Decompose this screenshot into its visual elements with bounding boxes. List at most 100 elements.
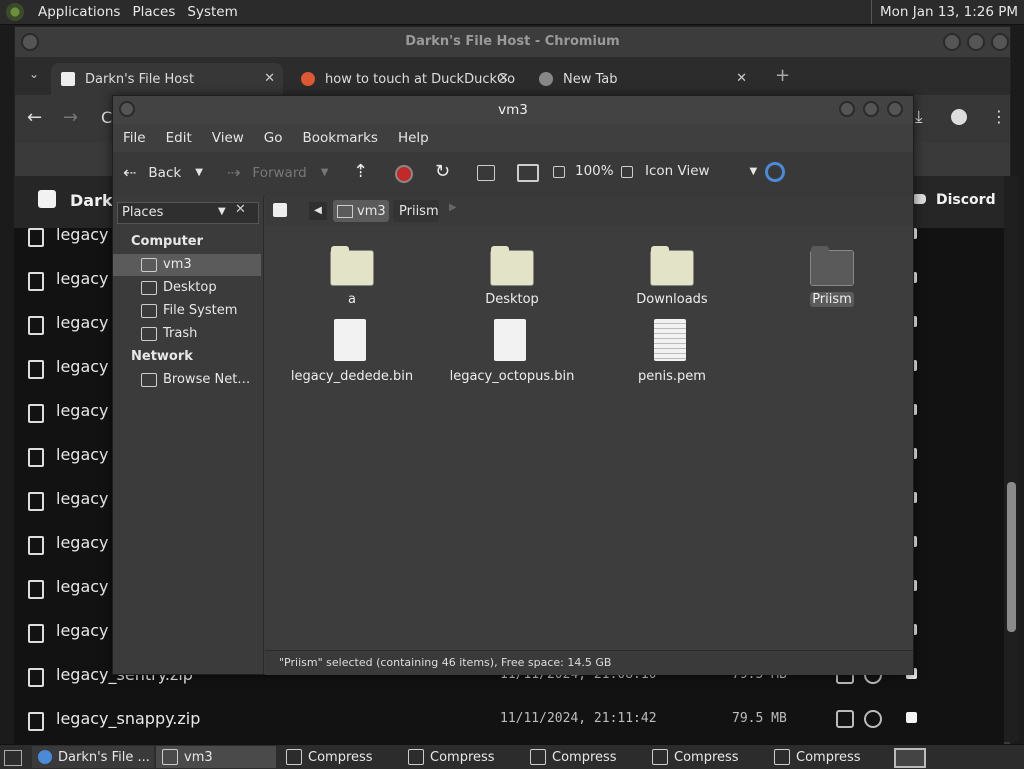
sidebar-item-trash[interactable]: Trash: [113, 323, 261, 345]
file-name[interactable]: legacy: [56, 445, 109, 464]
minimize-button[interactable]: [943, 33, 961, 51]
file-name[interactable]: legacy: [56, 313, 109, 332]
task-compress-3[interactable]: Compress: [524, 746, 644, 768]
sidebar-item-label: File System: [163, 303, 238, 318]
file-item[interactable]: penis.pem: [597, 319, 747, 399]
tab-duckduckgo[interactable]: how to touch at DuckDuckGo ✕: [291, 63, 517, 95]
fm-minimize-button[interactable]: [839, 101, 855, 117]
back-button[interactable]: ⇠ Back ▼: [123, 163, 203, 182]
menu-places[interactable]: Places: [126, 4, 181, 20]
file-item[interactable]: Downloads: [597, 242, 747, 322]
file-item[interactable]: a: [277, 242, 427, 322]
duckduckgo-favicon-icon: [301, 72, 315, 86]
new-tab-button[interactable]: +: [775, 65, 790, 86]
path-segment-priism[interactable]: Priism: [393, 200, 439, 222]
task-compress-5[interactable]: Compress: [768, 746, 888, 768]
view-mode-select[interactable]: Icon View ▼: [645, 163, 757, 179]
profile-avatar-icon[interactable]: [951, 109, 967, 125]
menu-system[interactable]: System: [181, 4, 243, 20]
close-tab-icon[interactable]: ✕: [736, 71, 747, 86]
file-name[interactable]: legacy: [56, 225, 109, 244]
path-right-arrow-icon[interactable]: ▶: [449, 202, 457, 213]
show-desktop-icon[interactable]: [4, 750, 22, 766]
menu-bookmarks[interactable]: Bookmarks: [303, 130, 378, 146]
os-logo-icon[interactable]: [6, 3, 24, 21]
sidebar-item-browse-network[interactable]: Browse Net…: [113, 369, 261, 391]
file-item[interactable]: legacy_octopus.bin: [437, 319, 587, 399]
forward-dropdown-icon[interactable]: ▼: [321, 167, 329, 178]
discord-link[interactable]: Discord: [936, 192, 996, 208]
sidebar-item-file-system[interactable]: File System: [113, 300, 261, 322]
file-name[interactable]: legacy: [56, 269, 109, 288]
tab-darkns-file-host[interactable]: Darkn's File Host ✕: [51, 63, 283, 95]
copy-link-icon[interactable]: [836, 710, 854, 728]
fm-maximize-button[interactable]: [863, 101, 879, 117]
page-scrollbar[interactable]: [1004, 176, 1019, 742]
table-row[interactable]: legacy_snappy.zip 11/11/2024, 21:11:42 79.…: [14, 698, 990, 742]
forward-button[interactable]: ⇢ Forward ▼: [227, 163, 328, 182]
chromium-icon: [38, 750, 52, 764]
back-dropdown-icon[interactable]: ▼: [195, 167, 203, 178]
back-arrow-icon[interactable]: ←: [27, 107, 42, 128]
file-item[interactable]: legacy_dedede.bin: [277, 319, 427, 399]
file-name[interactable]: legacy: [56, 401, 109, 420]
task-chromium[interactable]: Darkn's File ...: [32, 746, 154, 768]
stop-icon[interactable]: [395, 165, 413, 183]
edit-location-icon[interactable]: [273, 203, 287, 217]
search-icon[interactable]: [765, 162, 785, 182]
close-button[interactable]: [991, 33, 1009, 51]
computer-icon[interactable]: [517, 164, 539, 182]
tab-new-tab[interactable]: New Tab ✕: [529, 63, 755, 95]
home-folder-icon[interactable]: [477, 165, 495, 181]
fm-close-button[interactable]: [887, 101, 903, 117]
file-name[interactable]: legacy: [56, 489, 109, 508]
file-item-label: a: [348, 292, 356, 307]
task-compress-1[interactable]: Compress: [280, 746, 400, 768]
file-name[interactable]: legacy: [56, 357, 109, 376]
top-panel: Applications Places System Mon Jan 13, 1…: [0, 0, 1024, 25]
file-item[interactable]: Desktop: [437, 242, 587, 322]
menu-help[interactable]: Help: [398, 130, 429, 146]
clock[interactable]: Mon Jan 13, 1:26 PM: [870, 0, 1018, 24]
menu-go[interactable]: Go: [264, 130, 283, 146]
back-arrow-icon: ⇠: [123, 163, 137, 182]
file-name[interactable]: legacy: [56, 533, 109, 552]
close-sidebar-icon[interactable]: ✕: [235, 202, 246, 217]
zoom-in-icon[interactable]: [621, 166, 633, 178]
menu-view[interactable]: View: [212, 130, 244, 146]
file-item[interactable]: Priism: [757, 242, 907, 322]
up-arrow-icon[interactable]: ⇡: [353, 161, 368, 182]
menu-edit[interactable]: Edit: [166, 130, 192, 146]
globe-favicon-icon: [539, 72, 553, 86]
menu-file[interactable]: File: [123, 130, 146, 146]
task-compress-2[interactable]: Compress: [402, 746, 522, 768]
icon-view: a Desktop Downloads Priism legacy_dedede.bin…: [265, 226, 911, 650]
file-name[interactable]: legacy_snappy.zip: [56, 709, 200, 728]
forward-arrow-icon[interactable]: →: [63, 107, 78, 128]
task-vm3[interactable]: vm3: [156, 746, 276, 768]
path-segment-vm3[interactable]: vm3: [333, 200, 389, 222]
reload-icon[interactable]: ↻: [435, 161, 450, 182]
tab-search-chevron-icon[interactable]: ⌄: [29, 67, 39, 81]
menu-applications[interactable]: Applications: [32, 4, 126, 20]
zoom-out-icon[interactable]: [553, 166, 565, 178]
file-icon: [28, 712, 44, 731]
download-icon[interactable]: [864, 710, 882, 728]
close-tab-icon[interactable]: ✕: [498, 71, 509, 86]
scrollbar-thumb[interactable]: [1007, 482, 1016, 632]
fm-window-menu-button[interactable]: [119, 101, 135, 117]
close-tab-icon[interactable]: ✕: [264, 71, 275, 86]
row-checkbox[interactable]: [906, 712, 917, 723]
file-name[interactable]: legacy: [56, 577, 109, 596]
workspace-switcher-icon[interactable]: [894, 748, 926, 768]
kebab-menu-icon[interactable]: ⋮: [991, 107, 1007, 126]
maximize-button[interactable]: [967, 33, 985, 51]
file-name[interactable]: legacy: [56, 621, 109, 640]
sidebar-item-vm3[interactable]: vm3: [113, 254, 261, 276]
path-left-arrow-icon[interactable]: ◀: [309, 202, 327, 220]
address-bar-text[interactable]: C: [101, 108, 112, 127]
task-compress-4[interactable]: Compress: [646, 746, 766, 768]
sidebar-item-desktop[interactable]: Desktop: [113, 277, 261, 299]
window-menu-button[interactable]: [21, 33, 39, 51]
downloads-icon[interactable]: ⤓: [915, 107, 923, 127]
